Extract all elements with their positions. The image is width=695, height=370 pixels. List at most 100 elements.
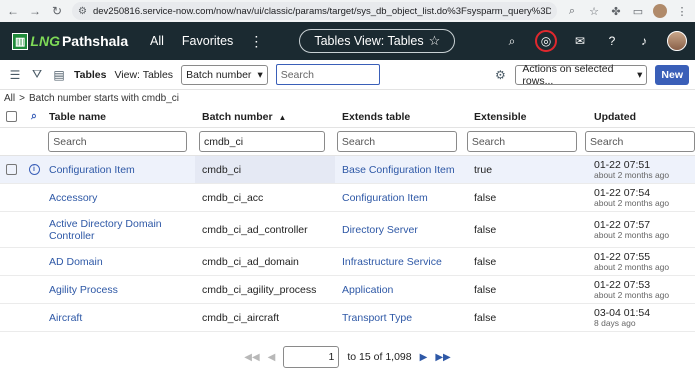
new-button[interactable]: New xyxy=(655,64,689,85)
first-page-icon[interactable]: ◀◀ xyxy=(244,352,259,363)
filter-batch-number[interactable]: cmdb_ci xyxy=(198,131,325,152)
pagination: ◀◀ ◀ 1 to 15 of 1,098 ▶ ▶▶ xyxy=(0,344,695,370)
updated-relative: about 2 months ago xyxy=(594,169,670,180)
zoom-icon[interactable]: ⌕ xyxy=(565,5,579,18)
updated-date: 01-22 07:57 xyxy=(594,218,651,231)
chevron-down-icon: ▾ xyxy=(637,68,643,81)
globe-icon[interactable]: ◎ xyxy=(535,30,557,52)
column-header-updated[interactable]: Updated xyxy=(589,111,695,123)
column-header-extensible[interactable]: Extensible xyxy=(469,111,589,123)
cell-table-name[interactable]: Agility Process xyxy=(46,284,195,296)
info-icon[interactable]: i xyxy=(28,164,40,175)
last-page-icon[interactable]: ▶▶ xyxy=(435,352,450,363)
actions-select[interactable]: Actions on selected rows... ▾ xyxy=(515,63,648,87)
logo[interactable]: ▥ LNG Pathshala xyxy=(12,32,132,50)
bookmark-star-icon[interactable]: ☆ xyxy=(587,5,601,18)
search-input-placeholder: Search xyxy=(280,68,314,81)
favorite-star-icon[interactable]: ☆ xyxy=(429,33,441,49)
column-header-batch-number-label: Batch number xyxy=(202,110,273,123)
search-icon[interactable]: ⌕ xyxy=(503,32,521,50)
help-icon[interactable]: ? xyxy=(603,32,621,50)
more-menu-icon[interactable]: ⋮ xyxy=(249,33,263,50)
app-header: ▥ LNG Pathshala All Favorites ⋮ Tables V… xyxy=(0,22,695,60)
reload-icon[interactable]: ↻ xyxy=(50,4,64,18)
list-context-icon[interactable]: ▤ xyxy=(52,68,66,82)
cell-batch-number: cmdb_ci_aircraft xyxy=(202,311,280,324)
table-row[interactable]: Agility Process cmdb_ci_agility_process Ap… xyxy=(0,276,695,304)
back-icon[interactable]: ← xyxy=(6,4,20,18)
cell-table-name[interactable]: Configuration Item xyxy=(46,164,195,176)
split-view-icon[interactable]: ▭ xyxy=(631,5,645,18)
search-input[interactable]: Search xyxy=(275,64,380,85)
cell-extends-table[interactable]: Application xyxy=(335,284,469,296)
page-input[interactable]: 1 xyxy=(283,346,340,368)
site-info-icon[interactable]: ⚙ xyxy=(78,6,87,17)
settings-gear-icon[interactable]: ⚙ xyxy=(493,68,507,82)
column-header-batch-number[interactable]: Batch number ▲ xyxy=(195,111,335,123)
cell-table-name[interactable]: AD Domain xyxy=(46,256,195,268)
table-row[interactable]: Aircraft cmdb_ci_aircraft Transport Type fa… xyxy=(0,304,695,332)
cell-extends-table[interactable]: Transport Type xyxy=(335,312,469,324)
search-field-select[interactable]: Batch number ▾ xyxy=(181,64,268,85)
filter-icon[interactable]: ⛛ xyxy=(30,67,44,82)
table-header-row: ⌕ Table name Batch number ▲ Extends tabl… xyxy=(0,106,695,128)
cell-extends-table[interactable]: Infrastructure Service xyxy=(335,256,469,268)
cell-extends-table[interactable]: Base Configuration Item xyxy=(335,164,469,176)
user-avatar[interactable] xyxy=(667,31,687,51)
extensions-icon[interactable]: ✤ xyxy=(609,5,623,18)
address-bar[interactable]: ⚙ dev250816.service-now.com/now/nav/ui/c… xyxy=(72,2,557,20)
cell-extends-table[interactable]: Configuration Item xyxy=(335,192,469,204)
select-all-checkbox[interactable] xyxy=(5,111,17,122)
cell-table-name[interactable]: Accessory xyxy=(46,192,195,204)
row-checkbox[interactable] xyxy=(5,164,17,175)
previous-page-icon[interactable]: ◀ xyxy=(268,352,276,363)
table-row[interactable]: i Configuration Item cmdb_ci Base Configura… xyxy=(0,156,695,184)
context-pill[interactable]: Tables View: Tables ☆ xyxy=(299,29,456,53)
filter-updated[interactable]: Search xyxy=(585,131,695,152)
notifications-bell-icon[interactable]: ♪ xyxy=(635,32,653,50)
filter-row: Search cmdb_ci Search Search Search xyxy=(0,128,695,156)
updated-relative: about 2 months ago xyxy=(594,229,670,240)
table-row[interactable]: AD Domain cmdb_ci_ad_domain Infrastructure… xyxy=(0,248,695,276)
updated-date: 01-22 07:54 xyxy=(594,186,651,199)
column-header-extends-table[interactable]: Extends table xyxy=(335,111,469,123)
nav-all[interactable]: All xyxy=(150,34,164,48)
breadcrumb-separator: > xyxy=(19,92,25,104)
column-header-table-name[interactable]: Table name xyxy=(46,111,195,123)
filter-extensible[interactable]: Search xyxy=(466,131,577,152)
cell-extends-table[interactable]: Directory Server xyxy=(335,224,469,236)
table-row[interactable]: Active Directory Domain Controller cmdb_c… xyxy=(0,212,695,248)
breadcrumb-condition[interactable]: Batch number starts with cmdb_ci xyxy=(29,93,179,104)
browser-menu-icon[interactable]: ⋮ xyxy=(675,5,689,18)
column-search-icon[interactable]: ⌕ xyxy=(31,110,37,123)
data-table: ⌕ Table name Batch number ▲ Extends tabl… xyxy=(0,106,695,332)
breadcrumb: All > Batch number starts with cmdb_ci xyxy=(0,90,695,106)
cell-table-name[interactable]: Active Directory Domain Controller xyxy=(46,218,195,242)
url-text: dev250816.service-now.com/now/nav/ui/cla… xyxy=(92,5,551,17)
browser-profile-avatar[interactable] xyxy=(653,4,667,18)
cell-updated: 01-22 07:53 about 2 months ago xyxy=(589,278,695,300)
next-page-icon[interactable]: ▶ xyxy=(420,352,428,363)
cell-updated: 03-04 01:54 8 days ago xyxy=(589,307,695,328)
cell-batch-number: cmdb_ci_ad_domain xyxy=(202,255,299,268)
context-pill-label: Tables View: Tables xyxy=(314,34,424,48)
hamburger-menu-icon[interactable]: ☰ xyxy=(8,68,22,82)
updated-date: 01-22 07:51 xyxy=(594,158,651,171)
breadcrumb-all[interactable]: All xyxy=(4,93,15,104)
filter-extends-table[interactable]: Search xyxy=(336,131,457,152)
chat-icon[interactable]: ✉ xyxy=(571,32,589,50)
nav-favorites[interactable]: Favorites xyxy=(182,34,233,48)
cell-updated: 01-22 07:51 about 2 months ago xyxy=(589,158,695,180)
cell-batch-number: cmdb_ci_ad_controller xyxy=(202,223,308,236)
cell-extensible: false xyxy=(474,255,497,268)
cell-table-name[interactable]: Aircraft xyxy=(46,312,195,324)
table-row[interactable]: Accessory cmdb_ci_acc Configuration Item fa… xyxy=(0,184,695,212)
forward-icon[interactable]: → xyxy=(28,4,42,18)
list-title: Tables xyxy=(74,68,107,81)
updated-date: 01-22 07:53 xyxy=(594,278,651,291)
logo-name-text: Pathshala xyxy=(61,33,129,49)
cell-extensible: false xyxy=(474,283,497,296)
sort-ascending-icon: ▲ xyxy=(278,112,287,122)
list-view-label: View: Tables xyxy=(114,68,174,81)
filter-table-name[interactable]: Search xyxy=(48,131,188,152)
